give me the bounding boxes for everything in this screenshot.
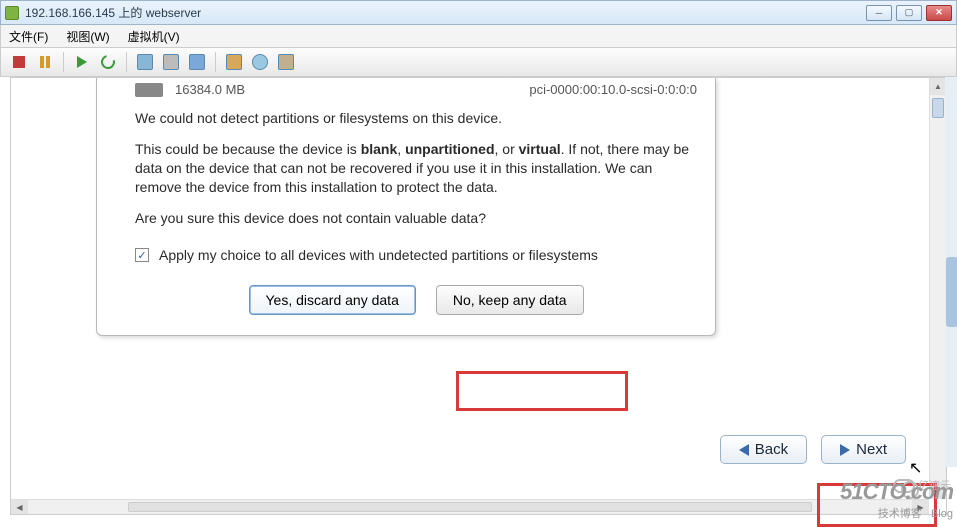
snapshot-icon (137, 54, 153, 70)
toolbar-separator (126, 52, 127, 72)
play-button[interactable] (70, 51, 94, 73)
refresh-button[interactable] (96, 51, 120, 73)
storage-warning-dialog: 16384.0 MB pci-0000:00:10.0-scsi-0:0:0:0… (96, 78, 716, 336)
outer-vertical-scrollbar[interactable] (945, 77, 957, 467)
minimize-button[interactable]: ─ (866, 5, 892, 21)
yes-discard-button[interactable]: Yes, discard any data (249, 285, 416, 315)
outer-scroll-thumb[interactable] (946, 257, 957, 327)
scroll-right-button[interactable]: ▶ (912, 500, 929, 514)
snapshot-manager-icon (163, 54, 179, 70)
network-icon (278, 54, 294, 70)
confirm-text: Are you sure this device does not contai… (135, 209, 697, 228)
window-titlebar: 192.168.166.145 上的 webserver ─ ▢ ✕ (0, 0, 957, 25)
no-keep-button[interactable]: No, keep any data (436, 285, 584, 315)
floppy-icon (226, 54, 242, 70)
toolbar (0, 47, 957, 77)
vertical-scrollbar[interactable]: ▲ ▼ (929, 78, 946, 499)
vsphere-icon (5, 6, 19, 20)
stop-button[interactable] (7, 51, 31, 73)
pause-button[interactable] (33, 51, 57, 73)
toolbar-separator (63, 52, 64, 72)
close-button[interactable]: ✕ (926, 5, 952, 21)
device-size: 16384.0 MB (175, 82, 245, 97)
stop-icon (13, 56, 25, 68)
horizontal-scrollbar[interactable]: ◀ ▶ (11, 499, 929, 514)
apply-all-label: Apply my choice to all devices with unde… (159, 247, 598, 263)
menu-file[interactable]: 文件(F) (9, 28, 48, 45)
hscroll-thumb[interactable] (128, 502, 812, 512)
mouse-cursor: ↖ (909, 458, 922, 478)
maximize-button[interactable]: ▢ (896, 5, 922, 21)
disk-icon (135, 83, 163, 97)
menu-view[interactable]: 视图(W) (66, 28, 109, 45)
no-detect-text: We could not detect partitions or filesy… (135, 109, 697, 128)
pause-icon (40, 56, 50, 68)
revert-icon (189, 54, 205, 70)
snapshot-manager-button[interactable] (159, 51, 183, 73)
cd-icon (252, 54, 268, 70)
scroll-up-button[interactable]: ▲ (930, 78, 946, 95)
play-icon (77, 56, 87, 68)
console-viewport: 16384.0 MB pci-0000:00:10.0-scsi-0:0:0:0… (10, 77, 947, 515)
back-button[interactable]: Back (720, 435, 807, 464)
apply-all-checkbox[interactable]: ✓ (135, 248, 149, 262)
device-info-row: 16384.0 MB pci-0000:00:10.0-scsi-0:0:0:0 (135, 82, 697, 97)
device-path: pci-0000:00:10.0-scsi-0:0:0:0 (529, 82, 697, 97)
explain-text: This could be because the device is blan… (135, 140, 697, 197)
menu-bar: 文件(F) 视图(W) 虚拟机(V) (0, 25, 957, 47)
toolbar-separator (215, 52, 216, 72)
scroll-thumb[interactable] (932, 98, 944, 118)
watermark-yisu: 亿速云 (893, 477, 951, 493)
menu-vm[interactable]: 虚拟机(V) (128, 28, 180, 45)
revert-button[interactable] (185, 51, 209, 73)
next-button[interactable]: Next (821, 435, 906, 464)
cd-button[interactable] (248, 51, 272, 73)
snapshot-button[interactable] (133, 51, 157, 73)
floppy-button[interactable] (222, 51, 246, 73)
scroll-left-button[interactable]: ◀ (11, 500, 28, 514)
network-button[interactable] (274, 51, 298, 73)
refresh-icon (98, 52, 117, 71)
window-title: 192.168.166.145 上的 webserver (25, 4, 866, 21)
arrow-left-icon (739, 444, 749, 456)
arrow-right-icon (840, 444, 850, 456)
